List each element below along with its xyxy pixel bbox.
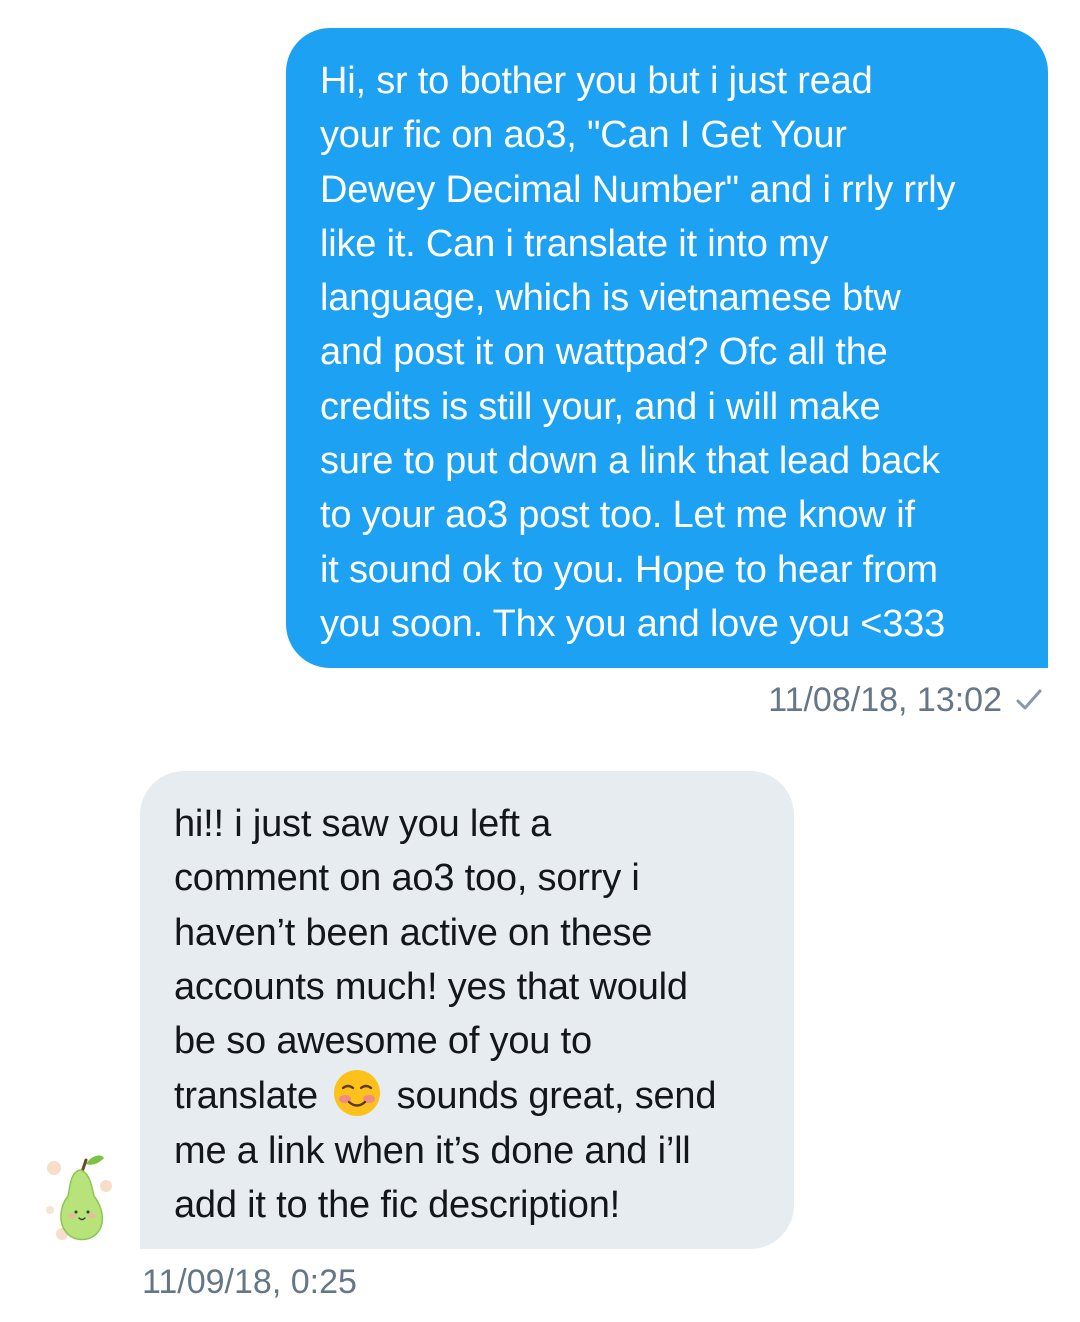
smiling-face-with-blush-emoji: [334, 1070, 381, 1117]
message-line: to your ao3 post too. Let me know if: [320, 494, 915, 537]
message-line: translate sounds great, send: [174, 1068, 774, 1123]
pear-avatar[interactable]: [40, 1150, 122, 1250]
message-text-segment: sounds great, send: [396, 1075, 717, 1118]
check-icon: [1016, 689, 1042, 710]
received-message-bubble[interactable]: hi!! i just saw you left a comment on ao…: [140, 771, 794, 1249]
message-thread: Hi, sr to bother you but i just read you…: [0, 0, 1080, 1322]
message-line: and post it on wattpad? Ofc all the: [320, 331, 888, 374]
message-line: language, which is vietnamese btw: [320, 277, 901, 320]
sent-message-meta: 11/08/18, 13:02: [768, 680, 1044, 720]
received-timestamp: 11/09/18, 0:25: [142, 1263, 357, 1301]
message-line: you soon. Thx you and love you <333: [320, 602, 946, 645]
message-line: hi!! i just saw you left a: [174, 803, 552, 845]
received-message-meta: 11/09/18, 0:25: [142, 1262, 357, 1302]
message-line: like it. Can i translate it into my: [320, 222, 829, 265]
message-line: Dewey Decimal Number" and i rrly rrly: [320, 168, 956, 211]
sent-timestamp: 11/08/18, 13:02: [768, 681, 1002, 719]
message-line: credits is still your, and i will make: [320, 385, 881, 428]
message-line: comment on ao3 too, sorry i: [174, 857, 640, 900]
message-line: your fic on ao3, "Can I Get Your: [320, 114, 847, 157]
message-line: be so awesome of you to: [174, 1020, 592, 1063]
message-line: me a link when it’s done and i’ll: [174, 1129, 691, 1172]
message-line: it sound ok to you. Hope to hear from: [320, 548, 938, 591]
message-line: add it to the fic description!: [174, 1184, 621, 1227]
message-line: sure to put down a link that lead back: [320, 440, 940, 483]
message-line: Hi, sr to bother you but i just read: [320, 60, 873, 102]
sent-message-bubble[interactable]: Hi, sr to bother you but i just read you…: [286, 28, 1048, 668]
message-line: haven’t been active on these: [174, 911, 653, 954]
message-line: accounts much! yes that would: [174, 965, 688, 1008]
message-text-segment: translate: [174, 1075, 318, 1118]
